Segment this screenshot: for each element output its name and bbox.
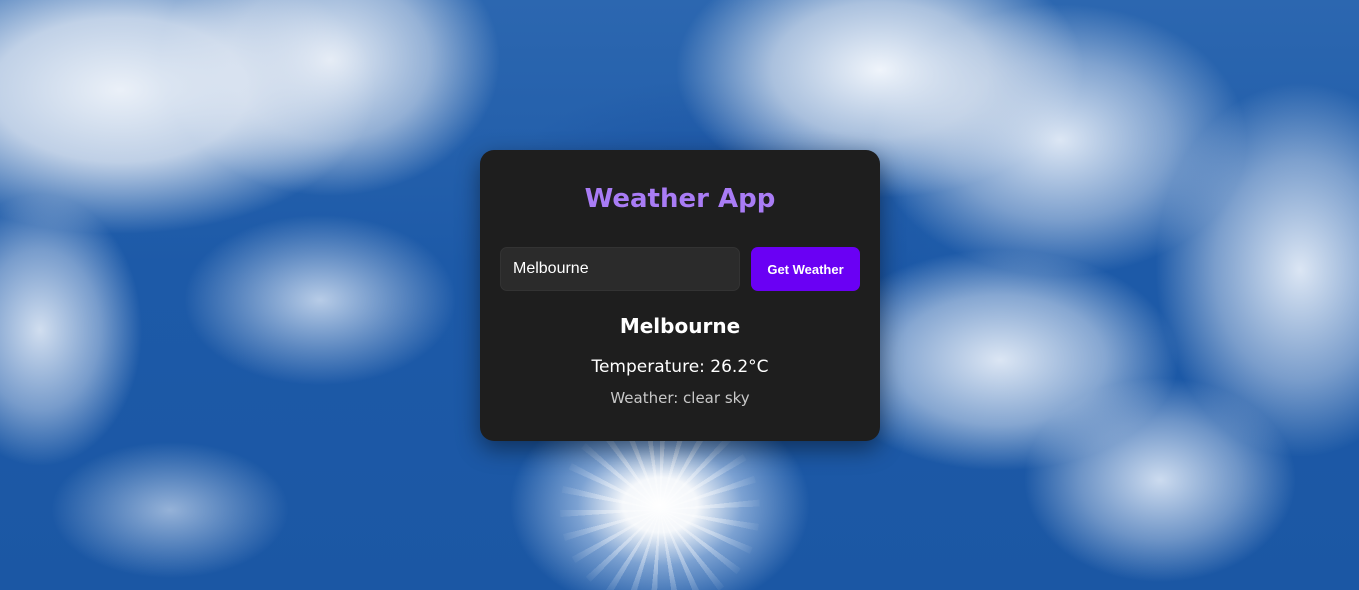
get-weather-button[interactable]: Get Weather bbox=[751, 247, 860, 291]
city-input[interactable] bbox=[500, 247, 740, 291]
result-temperature: Temperature: 26.2°C bbox=[591, 357, 769, 377]
weather-card: Weather App Get Weather Melbourne Temper… bbox=[480, 150, 880, 441]
result-city: Melbourne bbox=[619, 314, 741, 338]
search-row: Get Weather bbox=[500, 247, 860, 291]
result-description: Weather: clear sky bbox=[610, 389, 750, 407]
app-title: Weather App bbox=[584, 184, 776, 214]
